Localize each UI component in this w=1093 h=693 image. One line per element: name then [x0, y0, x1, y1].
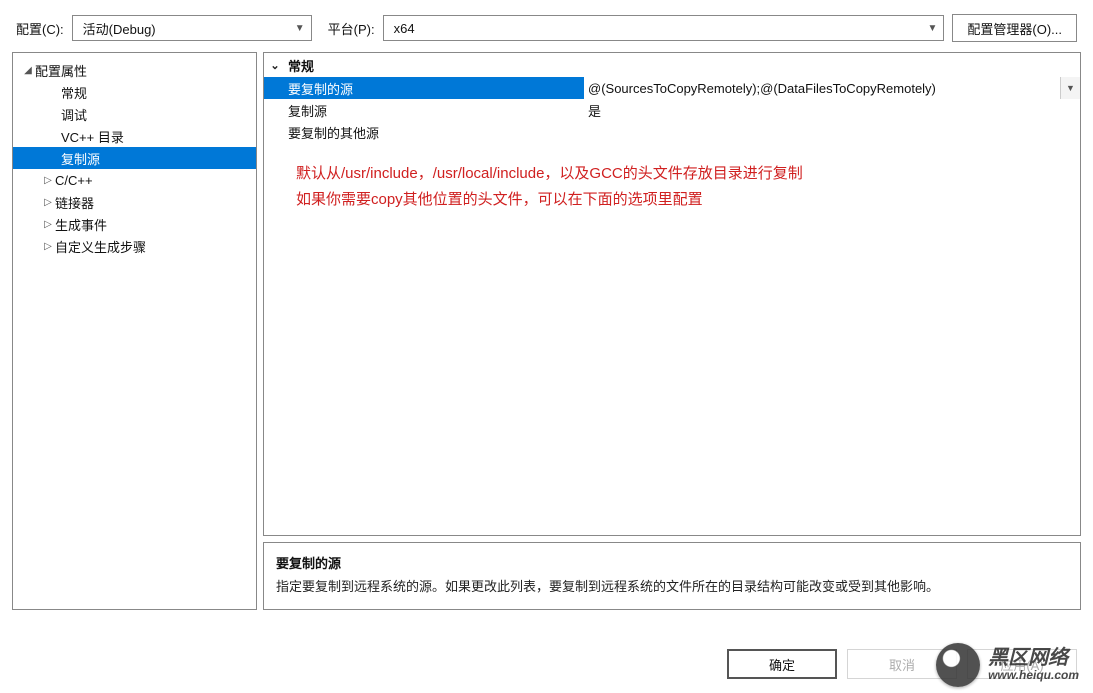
property-grid: ⌄ 常规 要复制的源 @(SourcesToCopyRemotely);@(Da…: [263, 52, 1081, 536]
tree-item-general[interactable]: 常规: [13, 81, 256, 103]
tree-item-label: 自定义生成步骤: [55, 237, 146, 256]
top-toolbar: 配置(C): 活动(Debug) ▼ 平台(P): x64 ▼ 配置管理器(O)…: [0, 0, 1093, 52]
ok-button[interactable]: 确定: [727, 649, 837, 679]
tree-item-label: 常规: [61, 83, 87, 102]
platform-combobox[interactable]: x64 ▼: [383, 15, 945, 41]
group-header[interactable]: ⌄ 常规: [264, 53, 1080, 77]
tree-item-label: VC++ 目录: [61, 127, 124, 146]
config-manager-button[interactable]: 配置管理器(O)...: [952, 14, 1077, 42]
prop-row-additional-sources[interactable]: 要复制的其他源: [264, 121, 1080, 143]
prop-value[interactable]: [584, 121, 1080, 143]
prop-name: 要复制的源: [264, 77, 584, 99]
prop-name: 要复制的其他源: [264, 121, 584, 143]
triangle-right-icon: ▷: [41, 175, 55, 186]
tree-item-cpp[interactable]: ▷ C/C++: [13, 169, 256, 191]
chevron-down-icon: ▼: [927, 23, 937, 34]
description-title: 要复制的源: [276, 553, 1068, 572]
triangle-right-icon: ▷: [41, 197, 55, 208]
group-label: 常规: [288, 56, 314, 75]
prop-value[interactable]: @(SourcesToCopyRemotely);@(DataFilesToCo…: [584, 77, 1080, 99]
tree-item-custom-build[interactable]: ▷ 自定义生成步骤: [13, 235, 256, 257]
prop-row-copy-sources[interactable]: 复制源 是: [264, 99, 1080, 121]
triangle-down-icon: ◢: [21, 65, 35, 76]
config-value: 活动(Debug): [83, 19, 156, 38]
triangle-right-icon: ▷: [41, 219, 55, 230]
tree-root[interactable]: ◢ 配置属性: [13, 59, 256, 81]
prop-value-text: 是: [588, 101, 601, 120]
description-panel: 要复制的源 指定要复制到远程系统的源。如果更改此列表，要复制到远程系统的文件所在…: [263, 542, 1081, 610]
annotation-text: 默认从/usr/include，/usr/local/include，以及GCC…: [264, 143, 1080, 212]
tree-item-vcdirs[interactable]: VC++ 目录: [13, 125, 256, 147]
annotation-line: 如果你需要copy其他位置的头文件，可以在下面的选项里配置: [296, 187, 1080, 213]
description-body: 指定要复制到远程系统的源。如果更改此列表，要复制到远程系统的文件所在的目录结构可…: [276, 576, 1068, 595]
tree-item-linker[interactable]: ▷ 链接器: [13, 191, 256, 213]
tree-item-label: 复制源: [61, 149, 100, 168]
tree-item-label: 链接器: [55, 193, 94, 212]
chevron-down-icon: ⌄: [268, 59, 282, 72]
triangle-right-icon: ▷: [41, 241, 55, 252]
tree-item-label: 生成事件: [55, 215, 107, 234]
tree-item-build-events[interactable]: ▷ 生成事件: [13, 213, 256, 235]
config-combobox[interactable]: 活动(Debug) ▼: [72, 15, 312, 41]
apply-button[interactable]: 应用(A): [967, 649, 1077, 679]
annotation-line: 默认从/usr/include，/usr/local/include，以及GCC…: [296, 161, 1080, 187]
prop-value-text: @(SourcesToCopyRemotely);@(DataFilesToCo…: [588, 81, 936, 96]
prop-row-sources-to-copy[interactable]: 要复制的源 @(SourcesToCopyRemotely);@(DataFil…: [264, 77, 1080, 99]
tree-panel: ◢ 配置属性 常规 调试 VC++ 目录 复制源 ▷ C/C++ ▷ 链接器 ▷…: [12, 52, 257, 610]
chevron-down-icon: ▼: [295, 23, 305, 34]
cancel-button[interactable]: 取消: [847, 649, 957, 679]
tree-item-debug[interactable]: 调试: [13, 103, 256, 125]
tree-item-label: 调试: [61, 105, 87, 124]
prop-name: 复制源: [264, 99, 584, 121]
dialog-button-bar: 确定 取消 应用(A): [727, 649, 1077, 679]
tree-item-label: C/C++: [55, 173, 93, 188]
tree-item-copy-sources[interactable]: 复制源: [13, 147, 256, 169]
config-label: 配置(C):: [16, 19, 64, 38]
platform-value: x64: [394, 21, 415, 36]
platform-label: 平台(P):: [328, 19, 375, 38]
prop-value[interactable]: 是: [584, 99, 1080, 121]
chevron-down-icon[interactable]: ▼: [1060, 77, 1080, 99]
tree-root-label: 配置属性: [35, 61, 87, 80]
